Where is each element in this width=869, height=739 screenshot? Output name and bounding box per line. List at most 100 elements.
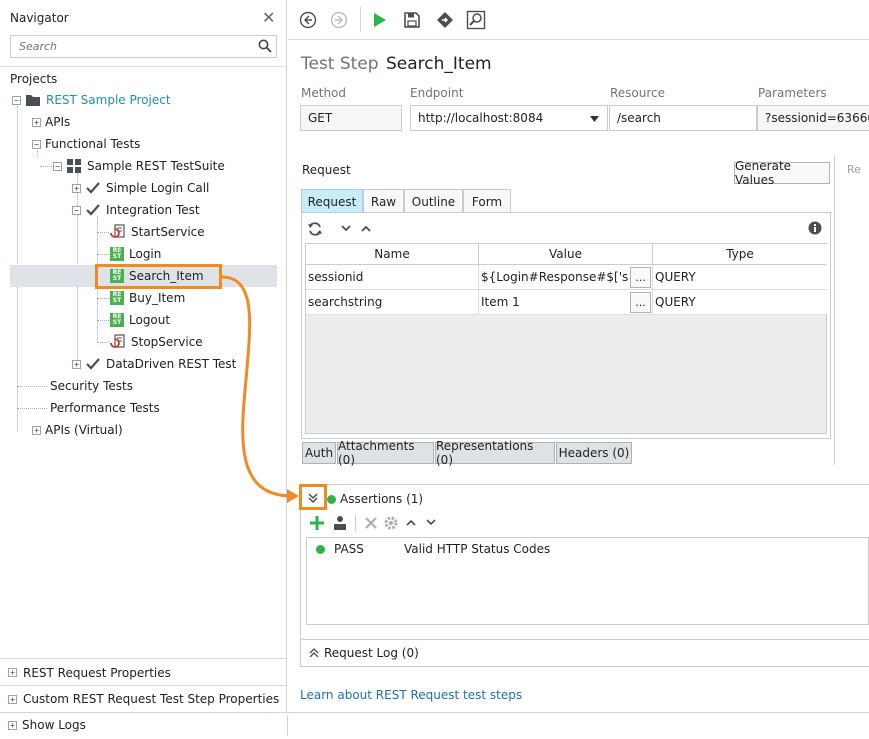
tree-item-datadriven[interactable]: + DataDriven REST Test [72,353,236,375]
response-panel-label: Re [847,163,861,176]
param-name-cell[interactable]: searchstring [306,290,479,315]
rest-request-icon: RE ST [110,247,124,261]
parameters-value: ?sessionid=63666 [765,111,869,125]
divider [0,66,287,67]
tree-item-label: StartService [131,225,205,239]
run-button[interactable] [368,9,390,31]
tree-item-project[interactable]: − REST Sample Project [12,89,171,111]
collapse-icon[interactable]: − [32,139,41,149]
navigator-title: Navigator [10,11,69,25]
tree-item-performance-tests[interactable]: Performance Tests [50,397,160,419]
assertions-title: Assertions (1) [340,492,424,506]
tab-raw[interactable]: Raw [363,189,404,213]
expand-icon[interactable]: + [32,117,41,127]
column-header-name[interactable]: Name [306,244,479,265]
search-input[interactable] [11,36,251,57]
search-icon[interactable] [258,39,272,53]
back-button[interactable] [297,9,319,31]
page-title-prefix: Test Step [301,54,379,74]
tree-item-stopservice[interactable]: StopService [110,331,203,353]
edit-value-button[interactable]: ... [630,292,651,313]
param-type-cell[interactable]: QUERY [653,265,827,290]
delete-icon[interactable] [364,516,378,530]
param-name-cell[interactable]: sessionid [306,265,479,290]
tree-item-apis[interactable]: + APIs [32,111,70,133]
collapse-icon[interactable]: − [72,205,81,215]
tree-item-logout[interactable]: RE ST Logout [110,309,170,331]
diamond-arrow-icon [437,12,453,28]
tree-item-simple-login[interactable]: + Simple Login Call [72,177,209,199]
collapse-icon[interactable]: − [12,95,21,105]
assertions-header[interactable]: Assertions (1) [327,492,423,506]
page-title: Search_Item [386,54,492,74]
tree-item-startservice[interactable]: StartService [110,221,205,243]
show-logs-button[interactable]: + Show Logs [8,718,86,732]
column-header-value[interactable]: Value [479,244,653,265]
chevron-up-icon[interactable] [361,225,371,233]
inspect-button[interactable] [465,9,487,31]
chevron-down-icon[interactable] [341,225,351,233]
forward-arrow-icon [330,11,348,29]
parameters-field[interactable]: ?sessionid=63666 [757,105,869,131]
divider [287,715,288,736]
navigator-search[interactable] [10,35,277,58]
checkmark-icon [86,182,100,194]
chevron-down-icon[interactable] [426,519,436,527]
refresh-icon[interactable] [307,221,323,237]
toolbar [288,0,869,40]
endpoint-dropdown[interactable]: http://localhost:8084 [410,105,608,131]
tab-form[interactable]: Form [463,189,511,213]
chevron-up-icon[interactable] [406,519,416,527]
expand-icon[interactable]: + [72,359,81,369]
tree-item-login[interactable]: RE ST Login [110,243,161,265]
tab-request[interactable]: Request [301,189,363,213]
highlight-box [299,484,327,510]
groovy-script-icon [110,334,125,348]
params-table: Name Value Type sessionid ${Login#Respon… [305,243,827,434]
tab-outline[interactable]: Outline [404,189,463,213]
toolbar-separator [355,515,356,531]
tree-item-security-tests[interactable]: Security Tests [50,375,133,397]
endpoint-value: http://localhost:8084 [418,111,544,125]
expand-icon[interactable]: + [8,694,17,704]
param-value-cell[interactable]: ${Login#Response#$['sess... [479,265,653,290]
expand-icon[interactable]: + [72,183,81,193]
collapse-icon[interactable]: − [53,161,62,171]
learn-more-link[interactable]: Learn about REST Request test steps [300,688,522,702]
toolbar-separator [360,7,361,32]
subtab-attachments[interactable]: Attachments (0) [337,439,434,467]
close-icon[interactable]: ✕ [262,8,275,27]
endpoint-button[interactable] [434,9,456,31]
generate-values-button[interactable]: Generate Values [734,159,830,187]
resource-field[interactable]: /search [609,105,757,131]
user-assign-icon[interactable] [333,515,347,531]
add-icon[interactable] [309,515,325,531]
forward-button[interactable] [328,9,350,31]
highlight-box [95,264,222,289]
panel-rest-request-properties[interactable]: + REST Request Properties [0,658,287,686]
param-type-cell[interactable]: QUERY [653,290,827,315]
info-icon[interactable] [808,221,822,235]
subtab-representations[interactable]: Representations (0) [435,439,555,467]
request-log-label: Request Log (0) [324,646,419,660]
subtab-auth[interactable]: Auth [302,442,336,464]
list-item[interactable]: PASS Valid HTTP Status Codes [316,542,550,556]
save-button[interactable] [401,9,423,31]
show-logs-label: Show Logs [22,718,86,732]
column-header-type[interactable]: Type [653,244,827,265]
tree-line [97,342,109,343]
expand-icon[interactable]: + [8,668,17,677]
tree-item-testsuite[interactable]: − Sample REST TestSuite [53,155,225,177]
tree-item-functional-tests[interactable]: − Functional Tests [32,133,140,155]
tree-item-buy-item[interactable]: RE ST Buy_Item [110,287,185,309]
edit-value-button[interactable]: ... [630,267,651,288]
param-value-cell[interactable]: Item 1 [479,290,653,315]
request-log-panel[interactable]: Request Log (0) [300,639,869,667]
method-field[interactable]: GET [300,105,402,131]
tree-item-integration-test[interactable]: − Integration Test [72,199,200,221]
subtab-headers[interactable]: Headers (0) [556,442,632,464]
expand-icon[interactable]: + [32,425,41,435]
tree-item-apis-virtual[interactable]: + APIs (Virtual) [32,419,123,441]
gear-icon[interactable] [383,515,399,531]
panel-custom-properties[interactable]: + Custom REST Request Test Step Properti… [0,685,287,712]
